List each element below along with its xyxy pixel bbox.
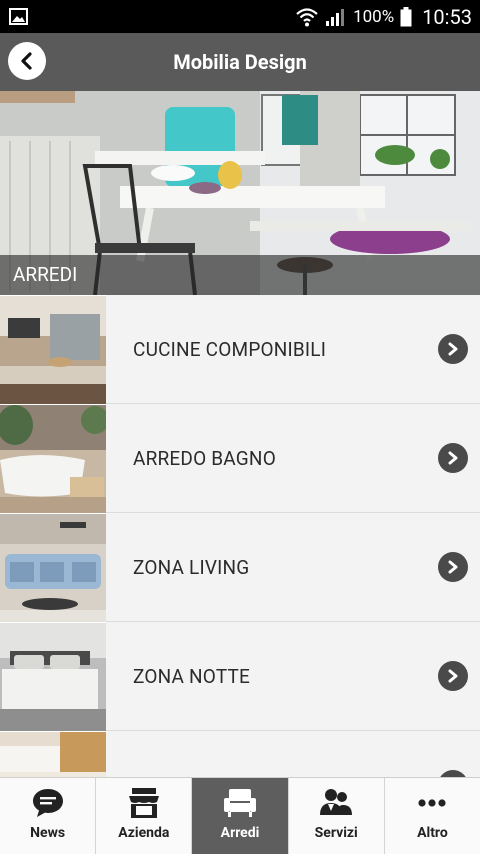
bottom-navigation: News Azienda Arredi Servizi Altro (0, 777, 480, 854)
tab-news[interactable]: News (0, 778, 97, 854)
tab-label: Azienda (118, 825, 170, 841)
tab-altro[interactable]: Altro (385, 778, 480, 854)
chat-bubble-icon (32, 789, 63, 817)
tab-label: Altro (417, 825, 448, 841)
status-bar: 100% 10:53 (0, 0, 480, 33)
tab-label: Servizi (314, 825, 358, 841)
living-room-thumbnail (0, 513, 106, 622)
hero-category-label: ARREDI (0, 255, 480, 295)
clock: 10:53 (422, 4, 472, 29)
category-hero[interactable]: ARREDI (0, 91, 480, 295)
chevron-right-icon (438, 552, 468, 582)
people-icon (320, 789, 353, 815)
partial-thumbnail (0, 731, 106, 777)
list-item-label: ZONA LIVING (133, 555, 250, 579)
more-dots-icon (418, 799, 447, 807)
page-title: Mobilia Design (173, 50, 307, 74)
list-item-arredo-bagno[interactable]: ARREDO BAGNO (0, 404, 480, 513)
tab-label: Arredi (220, 825, 260, 841)
tab-label: News (30, 825, 66, 841)
list-item-zona-notte[interactable]: ZONA NOTTE (0, 622, 480, 731)
gallery-notification-icon (9, 8, 28, 25)
storefront-icon (128, 788, 159, 818)
battery-icon (400, 6, 412, 26)
list-item-cucine-componibili[interactable]: CUCINE COMPONIBILI (0, 295, 480, 404)
chevron-right-icon (438, 770, 468, 777)
bedroom-thumbnail (0, 622, 106, 731)
app-bar: Mobilia Design (0, 33, 480, 91)
chevron-right-icon (438, 334, 468, 364)
battery-percent: 100% (353, 6, 395, 27)
tab-servizi[interactable]: Servizi (289, 778, 385, 854)
list-item-label: ARREDO BAGNO (133, 446, 276, 470)
chevron-right-icon (438, 443, 468, 473)
chevron-right-icon (438, 661, 468, 691)
list-item-zona-living[interactable]: ZONA LIVING (0, 513, 480, 622)
tab-arredi[interactable]: Arredi (192, 778, 289, 854)
list-item-label: ZONA NOTTE (133, 664, 251, 688)
category-list: CUCINE COMPONIBILI ARREDO BAGNO ZONA LIV… (0, 295, 480, 777)
list-item-partial[interactable] (0, 731, 480, 777)
kitchen-thumbnail (0, 295, 106, 404)
signal-icon (326, 8, 345, 26)
bathroom-thumbnail (0, 404, 106, 513)
armchair-icon (224, 789, 256, 817)
tab-azienda[interactable]: Azienda (96, 778, 193, 854)
list-item-label: CUCINE COMPONIBILI (133, 337, 327, 361)
wifi-icon (296, 7, 318, 26)
